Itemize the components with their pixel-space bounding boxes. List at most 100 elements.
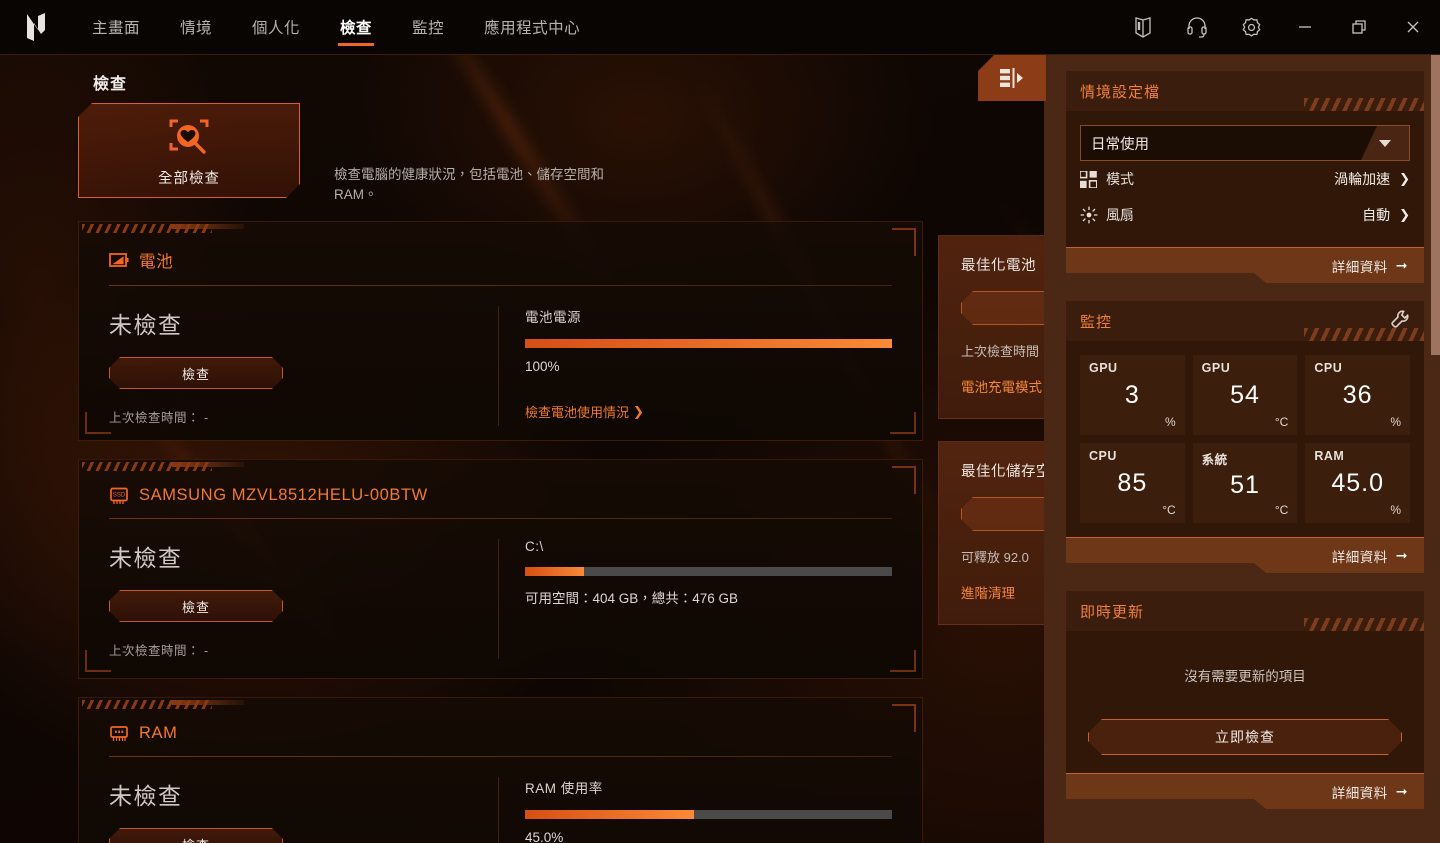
update-status-message: 沒有需要更新的項目 [1184, 669, 1306, 684]
card-right-column: RAM 使用率 45.0% [498, 777, 892, 843]
close-button[interactable] [1386, 0, 1440, 55]
check-card-battery: 電池 未檢查 檢查 上次檢查時間： - 電池電源 100% 檢查電池使用情況 ❯ [78, 221, 923, 441]
check-button[interactable]: 檢查 [109, 828, 283, 843]
check-button[interactable]: 檢查 [109, 590, 283, 622]
check-now-button[interactable]: 立即檢查 [1088, 719, 1402, 755]
scrollbar-thumb[interactable] [1431, 55, 1440, 355]
metric-value: 可用空間：404 GB，總共：476 GB [525, 591, 739, 606]
tile-unit: % [1390, 503, 1401, 517]
check-button-label: 檢查 [182, 835, 210, 843]
card-corner-bracket [892, 228, 916, 256]
app-logo[interactable] [0, 12, 72, 42]
nav-label: 主畫面 [92, 20, 141, 37]
profile-row-value: 渦輪加速 [1334, 171, 1391, 187]
card-left-column: 未檢查 檢查 上次檢查時間： - [109, 539, 498, 659]
card-status: 未檢查 [109, 783, 183, 809]
check-button[interactable]: 檢查 [109, 357, 283, 389]
update-panel: 即時更新 沒有需要更新的項目 立即檢查 詳細資料 ➞ [1066, 591, 1424, 809]
header-hatch-decoration [1304, 98, 1424, 111]
ssd-icon: SSD [109, 487, 129, 505]
card-left-column: 未檢查 檢查 上次檢查時間： - [109, 306, 498, 426]
profile-panel-details-button[interactable]: 詳細資料 ➞ [1066, 247, 1424, 283]
nav-item-personalize[interactable]: 個人化 [232, 0, 320, 55]
guide-icon[interactable] [1116, 0, 1170, 55]
details-label: 詳細資料 [1331, 549, 1388, 565]
chevron-right-icon: ❯ [633, 403, 644, 419]
monitor-tile: GPU 54 °C [1192, 355, 1298, 435]
battery-icon [109, 252, 129, 268]
arrow-right-icon: ➞ [1395, 257, 1408, 273]
tile-value: 54 [1230, 380, 1260, 409]
card-title: SAMSUNG MZVL8512HELU-00BTW [139, 486, 428, 504]
tile-label: GPU [1201, 361, 1231, 375]
last-check-time: 上次檢查時間： - [109, 644, 209, 658]
restore-button[interactable] [1332, 0, 1386, 55]
mode-grid-icon [1080, 170, 1106, 188]
progress-bar-fill [525, 567, 584, 576]
card-title: RAM [139, 724, 178, 742]
profile-panel-header: 情境設定檔 [1066, 71, 1424, 111]
nav-item-check[interactable]: 檢查 [320, 0, 392, 55]
tile-label: GPU [1089, 361, 1118, 375]
battery-usage-link[interactable]: 檢查電池使用情況 ❯ [525, 402, 644, 421]
card-hatch-decoration [82, 462, 244, 471]
nav-item-scenario[interactable]: 情境 [160, 0, 232, 55]
tile-label: CPU [1314, 361, 1343, 375]
profile-panel-body: 日常使用 模式 渦輪加速 ❯ 風扇 自動 ❯ [1066, 111, 1424, 247]
progress-bar-track [525, 810, 892, 819]
profile-row-label: 風扇 [1106, 207, 1134, 223]
card-corner-bracket [892, 704, 916, 732]
card-corner-bracket [890, 412, 916, 434]
card-hatch-decoration [82, 224, 244, 233]
profile-row-fan[interactable]: 風扇 自動 ❯ [1080, 197, 1410, 233]
arrow-right-icon: ➞ [1395, 783, 1408, 799]
heart-scan-icon [163, 113, 215, 163]
profile-row-mode[interactable]: 模式 渦輪加速 ❯ [1080, 161, 1410, 197]
card-title: 電池 [139, 253, 174, 271]
card-hatch-decoration [82, 700, 244, 709]
card-body: 未檢查 檢查 上次檢查時間： - C:\ 可用空間：404 GB，總共：476 … [79, 519, 922, 659]
nav-item-monitor[interactable]: 監控 [392, 0, 464, 55]
metric-label: RAM 使用率 [525, 781, 603, 796]
update-panel-title: 即時更新 [1080, 603, 1145, 621]
profile-panel-title: 情境設定檔 [1080, 83, 1161, 101]
page-title: 檢查 [93, 76, 128, 93]
title-bar: 主畫面 情境 個人化 檢查 監控 應用程式中心 [0, 0, 1440, 55]
details-label: 詳細資料 [1331, 785, 1388, 801]
tile-unit: % [1164, 415, 1176, 429]
support-headset-icon[interactable] [1170, 0, 1224, 55]
monitor-panel: 監控 GPU 3 % GPU 54 °C CPU 36 % CPU 85 °C … [1066, 301, 1424, 573]
monitor-panel-body: GPU 3 % GPU 54 °C CPU 36 % CPU 85 °C 系統 … [1066, 341, 1424, 537]
tile-label: 系統 [1201, 453, 1228, 467]
nitro-logo-icon [27, 13, 45, 41]
card-body: 未檢查 檢查 上次檢查時間： - 電池電源 100% 檢查電池使用情況 ❯ [79, 286, 922, 426]
card-corner-bracket [85, 650, 111, 672]
nav-item-home[interactable]: 主畫面 [72, 0, 160, 55]
scan-all-label: 全部檢查 [158, 171, 220, 187]
nav-item-app-center[interactable]: 應用程式中心 [464, 0, 600, 55]
minimize-button[interactable] [1278, 0, 1332, 55]
arrow-right-icon: ➞ [1395, 547, 1408, 563]
profile-select[interactable]: 日常使用 [1080, 125, 1410, 161]
metric-label: C:\ [525, 539, 544, 554]
monitor-panel-header: 監控 [1066, 301, 1424, 341]
scan-all-button[interactable]: 全部檢查 [78, 103, 300, 198]
card-right-column: 電池電源 100% 檢查電池使用情況 ❯ [498, 306, 892, 426]
ram-icon [109, 725, 129, 743]
monitor-panel-details-button[interactable]: 詳細資料 ➞ [1066, 537, 1424, 573]
sidebar-scrollbar[interactable] [1431, 55, 1440, 843]
monitor-tile: CPU 85 °C [1080, 443, 1185, 523]
header-hatch-decoration [1304, 618, 1424, 631]
sidebar-toggle-button[interactable] [978, 55, 1046, 101]
monitor-tile: CPU 36 % [1305, 355, 1410, 435]
nav-label: 情境 [180, 20, 213, 37]
header-hatch-decoration [1304, 328, 1424, 341]
last-check-time: 上次檢查時間： - [109, 411, 209, 425]
settings-gear-icon[interactable] [1224, 0, 1278, 55]
check-button-label: 檢查 [181, 599, 210, 615]
check-card-storage: SSD SAMSUNG MZVL8512HELU-00BTW 未檢查 檢查 上次… [78, 459, 923, 679]
progress-bar-fill [525, 339, 892, 348]
monitor-tile-grid: GPU 3 % GPU 54 °C CPU 36 % CPU 85 °C 系統 … [1080, 355, 1410, 523]
chevron-down-icon [1361, 126, 1409, 160]
update-panel-details-button[interactable]: 詳細資料 ➞ [1066, 773, 1424, 809]
